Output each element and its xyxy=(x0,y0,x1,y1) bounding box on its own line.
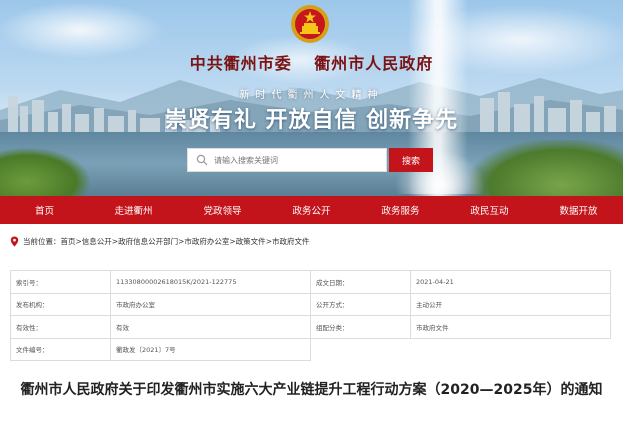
banner-island-right xyxy=(470,140,623,196)
nav-item-home[interactable]: 首页 xyxy=(0,203,89,217)
slogan-title: 崇贤有礼 开放自信 创新争先 xyxy=(164,108,459,133)
docno-value: 衢政发〔2021〕7号 xyxy=(110,337,311,361)
nav-item-government-affairs[interactable]: 政务公开 xyxy=(267,203,356,217)
document-title: 衢州市人民政府关于印发衢州市实施六大产业链提升工程行动方案（2020—2025年… xyxy=(20,382,603,398)
category-value: 市政府文件 xyxy=(410,315,611,339)
header-banner: 中共衢州市委 衢州市人民政府 新时代衢州人文精神 崇贤有礼 开放自信 创新争先 … xyxy=(0,0,623,196)
main-nav: 首页 走进衢州 党政领导 政务公开 政务服务 政民互动 数据开放 xyxy=(0,196,623,224)
slogan-subtitle: 新时代衢州人文精神 xyxy=(239,90,384,101)
org-title-government: 衢州市人民政府 xyxy=(314,54,434,73)
document-info-table: 索引号： 113308000026180​15K/2021-122775 成文日… xyxy=(10,270,611,361)
table-empty-cell xyxy=(311,338,411,361)
method-value: 主动公开 xyxy=(410,292,611,316)
nav-item-open-data[interactable]: 数据开放 xyxy=(534,203,623,217)
index-value: 113308000026180​15K/2021-122775 xyxy=(110,270,311,294)
search-box xyxy=(187,148,387,172)
publisher-value: 市政府办公室 xyxy=(110,292,311,316)
org-title-party: 中共衢州市委 xyxy=(189,54,292,73)
date-value: 2021-04-21 xyxy=(410,270,611,294)
banner-island-left xyxy=(0,148,90,196)
breadcrumb-item-home[interactable]: 首页 xyxy=(61,236,76,247)
docno-label: 文件编号： xyxy=(10,337,111,361)
date-label: 成文日期： xyxy=(310,270,411,294)
breadcrumb-prefix: 当前位置： xyxy=(23,236,61,246)
method-label: 公开方式： xyxy=(310,292,411,316)
breadcrumb-item-department[interactable]: 政府信息公开部门 xyxy=(118,236,178,247)
validity-label: 有效性： xyxy=(10,315,111,339)
table-row: 有效性： 有效 组配分类： 市政府文件 xyxy=(10,315,611,339)
nav-item-leaders[interactable]: 党政领导 xyxy=(178,203,267,217)
publisher-label: 发布机构： xyxy=(10,292,111,316)
breadcrumb-item-info-public[interactable]: 信息公开 xyxy=(82,236,112,247)
table-row: 发布机构： 市政府办公室 公开方式： 主动公开 xyxy=(10,292,611,316)
breadcrumb: 当前位置： 首页 > 信息公开 > 政府信息公开部门 > 市政府办公室 > 政策… xyxy=(10,235,309,247)
table-row: 索引号： 113308000026180​15K/2021-122775 成文日… xyxy=(10,270,611,294)
org-title: 中共衢州市委 衢州市人民政府 xyxy=(0,50,623,74)
breadcrumb-item-city-documents[interactable]: 市政府文件 xyxy=(272,236,310,247)
location-pin-icon xyxy=(10,236,19,246)
search-icon xyxy=(196,154,208,166)
table-empty-cell xyxy=(411,338,611,361)
index-label: 索引号： xyxy=(10,270,111,294)
breadcrumb-item-policy[interactable]: 政策文件 xyxy=(236,236,266,247)
nav-item-services[interactable]: 政务服务 xyxy=(356,203,445,217)
category-label: 组配分类： xyxy=(310,315,411,339)
search-input[interactable] xyxy=(208,150,386,170)
nav-item-about-quzhou[interactable]: 走进衢州 xyxy=(89,203,178,217)
national-emblem-icon xyxy=(291,5,329,43)
search-button[interactable]: 搜索 xyxy=(389,148,433,172)
table-row: 文件编号： 衢政发〔2021〕7号 xyxy=(10,337,611,361)
breadcrumb-item-office[interactable]: 市政府办公室 xyxy=(184,236,229,247)
validity-value: 有效 xyxy=(110,315,311,339)
nav-item-interaction[interactable]: 政民互动 xyxy=(445,203,534,217)
